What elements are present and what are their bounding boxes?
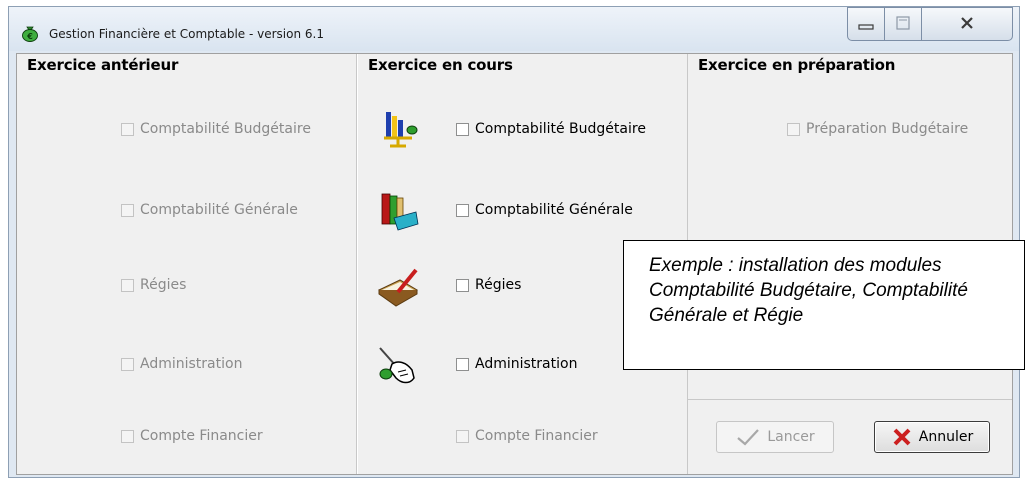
current-checkbox-compte-financier[interactable]: Compte Financier <box>456 428 598 444</box>
prev-checkbox-budget[interactable]: Comptabilité Budgétaire <box>121 121 311 137</box>
books-icon <box>381 193 419 231</box>
current-checkbox-regies[interactable]: Régies <box>456 277 521 293</box>
close-button[interactable] <box>921 7 1013 41</box>
window-title: Gestion Financière et Comptable - versio… <box>49 27 324 41</box>
prev-checkbox-compte-financier[interactable]: Compte Financier <box>121 428 263 444</box>
prep-checkbox-budget[interactable]: Préparation Budgétaire <box>787 121 968 137</box>
note-line-1: Exemple : installation des modules <box>649 255 942 276</box>
minimize-button[interactable] <box>847 7 885 41</box>
ledger-pen-icon <box>378 268 418 307</box>
launch-button[interactable]: Lancer <box>716 421 834 453</box>
checkbox-box[interactable] <box>456 122 469 136</box>
cancel-button[interactable]: Annuler <box>874 421 990 453</box>
checkbox-box[interactable] <box>121 429 134 443</box>
prev-checkbox-general[interactable]: Comptabilité Générale <box>121 202 298 218</box>
checkbox-box[interactable] <box>121 203 134 217</box>
check-icon <box>737 429 760 446</box>
budget-scale-icon <box>384 112 418 148</box>
checkbox-box[interactable] <box>456 278 469 292</box>
current-checkbox-general[interactable]: Comptabilité Générale <box>456 202 633 218</box>
note-line-2: Comptabilité Budgétaire, Comptabilité <box>649 280 968 301</box>
checkbox-box[interactable] <box>456 429 469 443</box>
checkbox-box[interactable] <box>121 122 134 136</box>
panel-heading-previous: Exercice antérieur <box>27 56 179 74</box>
maximize-button[interactable] <box>884 7 922 41</box>
prev-checkbox-admin[interactable]: Administration <box>121 356 242 372</box>
checkbox-box[interactable] <box>121 357 134 371</box>
current-checkbox-admin[interactable]: Administration <box>456 356 577 372</box>
panel-previous-year: Exercice antérieur Comptabilité Budgétai… <box>17 54 357 474</box>
panel-heading-current: Exercice en cours <box>368 56 513 74</box>
window-controls <box>847 7 1013 45</box>
close-icon <box>961 17 973 29</box>
checkbox-box[interactable] <box>456 357 469 371</box>
cancel-x-icon <box>893 428 911 446</box>
note-line-3: Générale et Régie <box>649 305 804 326</box>
annotation-note-box: Exemple : installation des modules Compt… <box>623 240 1025 370</box>
button-area-divider <box>688 399 1012 400</box>
minimize-icon <box>858 24 874 30</box>
svg-text:€: € <box>26 32 33 41</box>
money-bag-icon: € <box>22 26 38 42</box>
checkbox-box[interactable] <box>456 203 469 217</box>
admin-hand-icon <box>379 347 415 384</box>
checkbox-box[interactable] <box>787 122 800 136</box>
current-checkbox-budget[interactable]: Comptabilité Budgétaire <box>456 121 646 137</box>
panel-heading-preparation: Exercice en préparation <box>698 56 896 74</box>
title-bar[interactable]: € Gestion Financière et Comptable - vers… <box>9 7 1019 51</box>
checkbox-box[interactable] <box>121 278 134 292</box>
prev-checkbox-regies[interactable]: Régies <box>121 277 186 293</box>
maximize-icon <box>896 16 910 30</box>
